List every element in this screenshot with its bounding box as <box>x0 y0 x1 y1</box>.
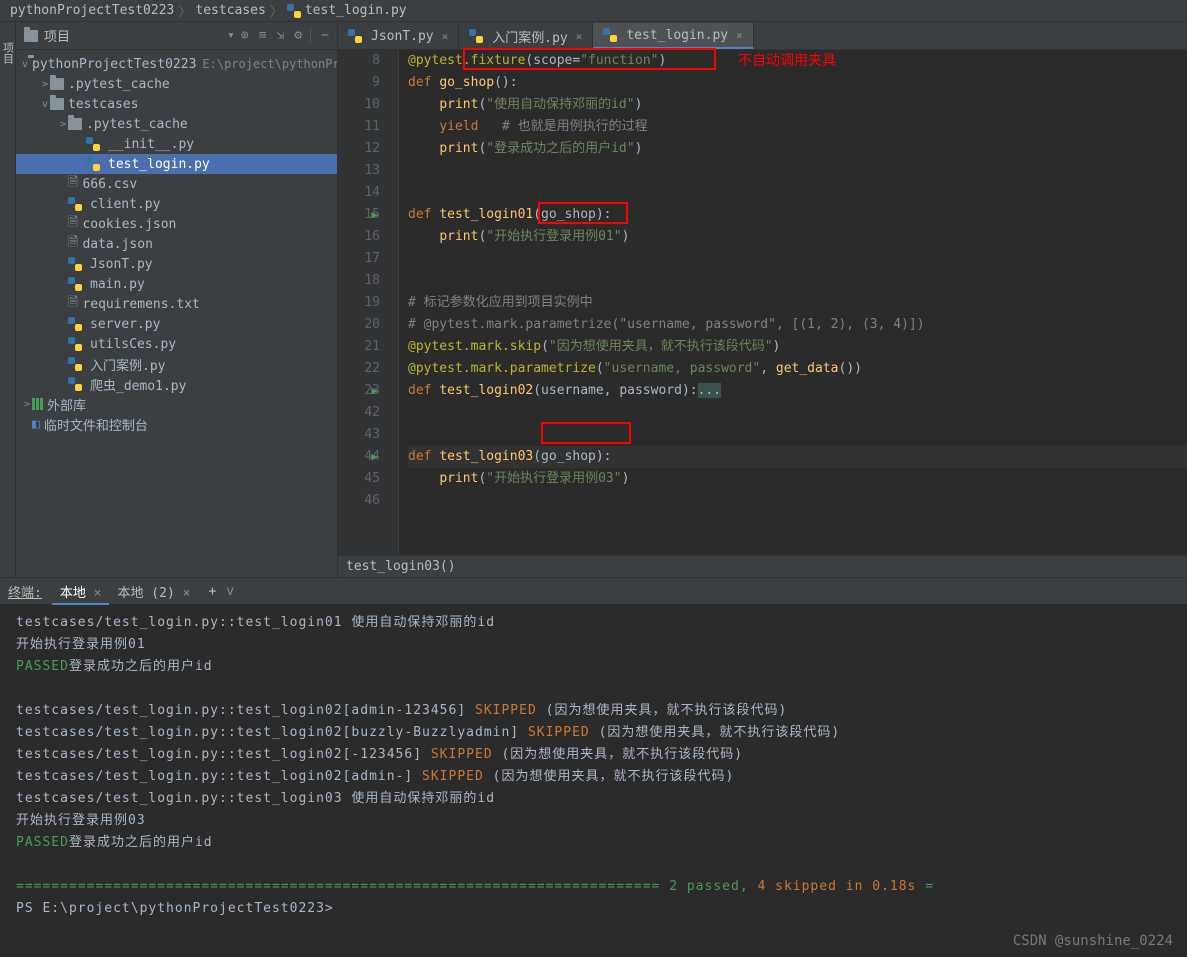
run-gutter-icon[interactable]: ▶ <box>371 380 378 402</box>
editor-tab[interactable]: test_login.py× <box>593 23 753 49</box>
annotation-text: 不自动调用夹具 <box>738 50 836 70</box>
terminal-panel: 终端: 本地 ×本地 (2) × + v testcases/test_logi… <box>0 577 1187 928</box>
python-file-icon <box>68 357 82 371</box>
project-tree[interactable]: vpythonProjectTest0223E:\project\pythonP… <box>16 50 337 577</box>
python-file-icon <box>68 197 82 211</box>
expand-icon[interactable]: ⇲ <box>277 28 285 43</box>
tree-item[interactable]: server.py <box>16 314 337 334</box>
run-gutter-icon[interactable]: ▶ <box>371 204 378 226</box>
folder-icon <box>24 30 38 42</box>
python-file-icon <box>287 4 301 18</box>
file-icon: 🗎 <box>68 233 78 255</box>
collapse-icon[interactable]: ≡ <box>259 28 267 43</box>
project-title: 项目 <box>44 26 221 45</box>
python-file-icon <box>68 377 82 391</box>
code-body[interactable]: 不自动调用夹具 @pytest.fixture(scope="function"… <box>398 50 1187 555</box>
python-file-icon <box>348 29 362 43</box>
tree-item[interactable]: >.pytest_cache <box>16 74 337 94</box>
tree-item[interactable]: test_login.py <box>16 154 337 174</box>
tree-item[interactable]: __init__.py <box>16 134 337 154</box>
locate-icon[interactable]: ⊕ <box>241 28 249 43</box>
terminal-add[interactable]: + <box>208 584 216 599</box>
folder-icon <box>50 98 64 110</box>
editor-breadcrumb[interactable]: test_login03() <box>338 555 1187 577</box>
folder-icon <box>50 78 64 90</box>
tree-item[interactable]: 爬虫_demo1.py <box>16 374 337 394</box>
lib-icon <box>32 398 35 410</box>
project-tools: ⊕ ≡ ⇲ ⚙ − <box>241 28 329 43</box>
folder-icon <box>68 118 82 130</box>
tree-item[interactable]: ◧临时文件和控制台 <box>16 414 337 434</box>
editor-tab[interactable]: JsonT.py× <box>338 23 459 49</box>
breadcrumb-item[interactable]: testcases <box>195 3 265 18</box>
breadcrumb-item[interactable]: test_login.py <box>305 3 407 18</box>
tree-item[interactable]: 🗎data.json <box>16 234 337 254</box>
code-editor[interactable]: 89101112131415▶1617181920212223▶424344▶4… <box>338 50 1187 555</box>
breadcrumb-item[interactable]: pythonProjectTest0223 <box>10 3 174 18</box>
tree-item[interactable]: main.py <box>16 274 337 294</box>
tree-item[interactable]: JsonT.py <box>16 254 337 274</box>
run-gutter-icon[interactable]: ▶ <box>371 446 378 468</box>
project-header: 项目 ▾ ⊕ ≡ ⇲ ⚙ − <box>16 22 337 50</box>
close-icon[interactable]: × <box>94 586 102 601</box>
python-file-icon <box>86 157 100 171</box>
terminal-output[interactable]: testcases/test_login.py::test_login01 使用… <box>0 604 1187 928</box>
editor-area: JsonT.py×入门案例.py×test_login.py× 89101112… <box>338 22 1187 577</box>
editor-tab[interactable]: 入门案例.py× <box>459 23 593 49</box>
tree-item[interactable]: vtestcases <box>16 94 337 114</box>
python-file-icon <box>68 257 82 271</box>
tree-item[interactable]: >外部库 <box>16 394 337 414</box>
file-icon: 🗎 <box>68 173 78 195</box>
python-file-icon <box>68 317 82 331</box>
gutter: 89101112131415▶1617181920212223▶424344▶4… <box>338 50 398 555</box>
tree-item[interactable]: utilsCes.py <box>16 334 337 354</box>
tree-item[interactable]: vpythonProjectTest0223E:\project\pythonP… <box>16 54 337 74</box>
scratch-icon: ◧ <box>32 417 40 432</box>
tree-item[interactable]: 入门案例.py <box>16 354 337 374</box>
close-icon[interactable]: × <box>442 30 449 43</box>
python-file-icon <box>86 137 100 151</box>
python-file-icon <box>603 28 617 42</box>
python-file-icon <box>68 337 82 351</box>
watermark: CSDN @sunshine_0224 <box>1013 933 1173 949</box>
close-icon[interactable]: × <box>576 30 583 43</box>
terminal-tab[interactable]: 本地 (2) × <box>109 584 198 603</box>
close-icon[interactable]: × <box>736 29 743 42</box>
settings-icon[interactable]: ⚙ <box>294 28 311 43</box>
file-icon: 🗎 <box>68 293 78 315</box>
stripe-project[interactable]: 项目 <box>0 42 16 64</box>
tool-window-stripe: 项目 <box>0 22 16 577</box>
terminal-more[interactable]: v <box>226 584 234 599</box>
file-icon: 🗎 <box>68 213 78 235</box>
terminal-title: 终端: <box>8 582 42 601</box>
editor-tabs: JsonT.py×入门案例.py×test_login.py× <box>338 22 1187 50</box>
terminal-tab[interactable]: 本地 × <box>52 584 110 605</box>
python-file-icon <box>68 277 82 291</box>
python-file-icon <box>469 29 483 43</box>
tree-item[interactable]: 🗎requiremens.txt <box>16 294 337 314</box>
breadcrumb-bar: pythonProjectTest0223 〉 testcases 〉 test… <box>0 0 1187 22</box>
terminal-tabs: 终端: 本地 ×本地 (2) × + v <box>0 578 1187 604</box>
tree-item[interactable]: client.py <box>16 194 337 214</box>
project-panel: 项目 ▾ ⊕ ≡ ⇲ ⚙ − vpythonProjectTest0223E:\… <box>16 22 338 577</box>
tree-item[interactable]: 🗎666.csv <box>16 174 337 194</box>
tree-item[interactable]: 🗎cookies.json <box>16 214 337 234</box>
tree-item[interactable]: >.pytest_cache <box>16 114 337 134</box>
close-icon[interactable]: × <box>183 586 191 601</box>
hide-icon[interactable]: − <box>321 28 329 43</box>
